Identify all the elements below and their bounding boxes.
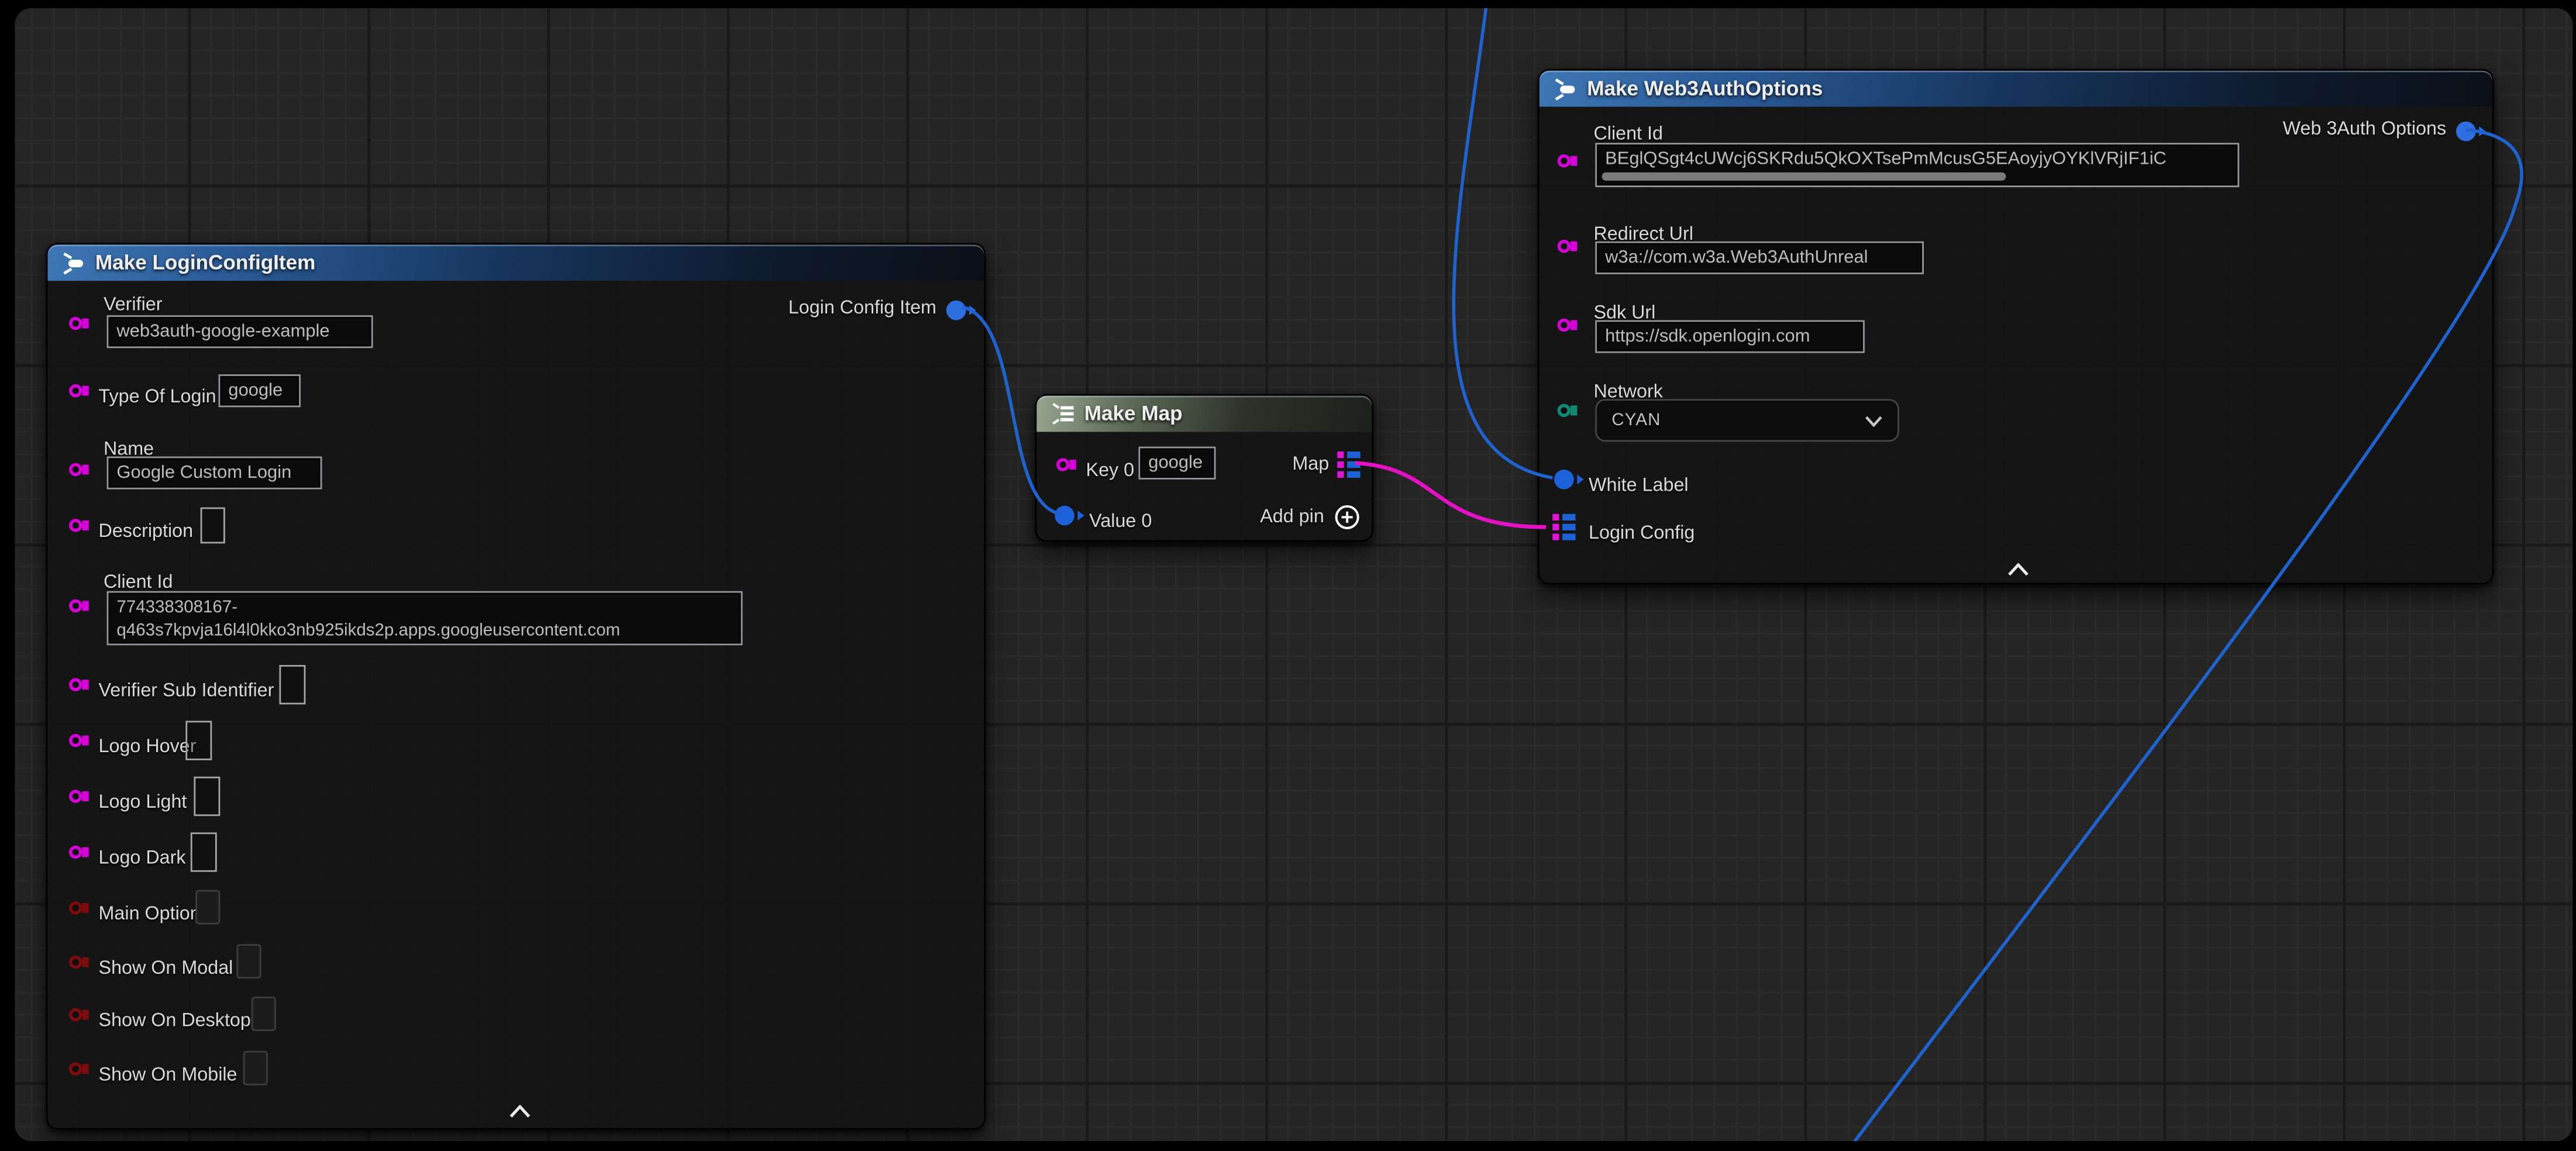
client-id-input[interactable]: BEglQSgt4cUWcj6SKRdu5QkOXTsePmMcusG5EAoy…: [1595, 143, 2239, 187]
logo-light-label: Logo Light: [99, 793, 187, 813]
node-title: Make LoginConfigItem: [95, 251, 315, 274]
show-on-desktop-checkbox[interactable]: [252, 997, 276, 1031]
logo-dark-input[interactable]: [191, 832, 217, 871]
node-make-map[interactable]: Make Map Key 0 google Map Value 0 Add pi…: [1035, 394, 1373, 542]
name-pin[interactable]: [69, 463, 82, 476]
verifier-sub-identifier-pin[interactable]: [69, 678, 82, 691]
sdk-url-pin[interactable]: [1558, 319, 1571, 332]
logo-light-pin[interactable]: [69, 790, 82, 802]
login-config-label: Login Config: [1589, 524, 1695, 544]
map-output-pin[interactable]: [1337, 452, 1360, 478]
verifier-input[interactable]: web3auth-google-example: [107, 315, 373, 348]
web3auth-options-output-pin[interactable]: [2456, 120, 2476, 140]
redirect-url-pin[interactable]: [1558, 240, 1571, 253]
collapse-node-chevron-icon[interactable]: [509, 1105, 531, 1118]
pin-row-web3auth-options-output: Web 3Auth Options: [2283, 120, 2476, 141]
name-input[interactable]: Google Custom Login: [107, 456, 322, 489]
main-option-checkbox[interactable]: [195, 890, 220, 925]
main-option-label: Main Option: [99, 905, 201, 925]
network-dropdown[interactable]: CYAN: [1595, 399, 1899, 442]
blueprint-graph-canvas[interactable]: Make LoginConfigItem Login Config Item V…: [15, 8, 2572, 1141]
node-header-make-loginconfigitem[interactable]: Make LoginConfigItem: [47, 244, 984, 281]
verifier-sub-identifier-label: Verifier Sub Identifier: [99, 681, 274, 701]
output-pin-label: Login Config Item: [788, 299, 936, 320]
client-id-value-line2: q463s7kpvja16l4l0kko3nb925ikds2p.apps.go…: [116, 621, 620, 640]
type-of-login-input[interactable]: google: [219, 374, 301, 407]
show-on-modal-checkbox[interactable]: [236, 944, 261, 978]
node-make-web3authoptions[interactable]: Make Web3AuthOptions Web 3Auth Options C…: [1538, 69, 2494, 585]
description-input[interactable]: [201, 507, 225, 543]
redirect-url-input[interactable]: w3a://com.w3a.Web3AuthUnreal: [1595, 242, 1924, 274]
client-id-label: Client Id: [104, 573, 173, 593]
logo-hover-input[interactable]: [185, 721, 212, 760]
client-id-value-line1: 774338308167-: [116, 598, 237, 618]
client-id-pin[interactable]: [69, 599, 82, 612]
white-label-label: White Label: [1589, 476, 1689, 496]
type-of-login-pin[interactable]: [69, 384, 82, 397]
key-0-label: Key 0: [1086, 461, 1135, 481]
node-title: Make Map: [1084, 402, 1183, 425]
show-on-modal-pin[interactable]: [69, 956, 82, 969]
key-0-pin[interactable]: [1056, 458, 1069, 471]
show-on-mobile-pin[interactable]: [69, 1062, 82, 1075]
map-output-label: Map: [1292, 454, 1329, 475]
network-selected-value: CYAN: [1611, 411, 1661, 430]
logo-hover-label: Logo Hover: [99, 738, 197, 757]
show-on-desktop-label: Show On Desktop: [99, 1011, 251, 1031]
value-0-label: Value 0: [1089, 512, 1152, 532]
make-struct-icon: [1552, 77, 1577, 101]
value-0-pin[interactable]: [1055, 506, 1075, 526]
output-pin-label: Web 3Auth Options: [2283, 120, 2447, 141]
collapse-node-chevron-icon[interactable]: [2007, 563, 2029, 576]
pin-row-map-output: Map: [1292, 452, 1360, 478]
node-make-loginconfigitem[interactable]: Make LoginConfigItem Login Config Item V…: [46, 243, 986, 1129]
wire-map-to-login-config[interactable]: [1355, 463, 1546, 527]
network-pin[interactable]: [1558, 404, 1571, 417]
show-on-modal-label: Show On Modal: [99, 959, 233, 979]
client-id-input[interactable]: 774338308167- q463s7kpvja16l4l0kko3nb925…: [107, 591, 743, 646]
key-0-input[interactable]: google: [1138, 447, 1215, 480]
type-of-login-label: Type Of Login: [99, 388, 216, 408]
add-pin-label: Add pin: [1260, 506, 1324, 528]
verifier-pin[interactable]: [69, 317, 82, 330]
verifier-sub-identifier-input[interactable]: [279, 665, 305, 704]
show-on-mobile-checkbox[interactable]: [243, 1051, 268, 1085]
chevron-down-icon: [1865, 415, 1883, 426]
white-label-pin[interactable]: [1554, 470, 1574, 490]
blueprint-graph-stage: Make LoginConfigItem Login Config Item V…: [0, 0, 2576, 1151]
show-on-mobile-label: Show On Mobile: [99, 1066, 237, 1085]
make-struct-icon: [61, 250, 85, 275]
verifier-label: Verifier: [104, 295, 163, 315]
pin-row-login-config-item-output: Login Config Item: [788, 299, 966, 320]
description-pin[interactable]: [69, 519, 82, 532]
make-map-icon: [1050, 402, 1076, 425]
node-header-make-web3authoptions[interactable]: Make Web3AuthOptions: [1540, 71, 2492, 107]
logo-hover-pin[interactable]: [69, 734, 82, 747]
node-header-make-map[interactable]: Make Map: [1036, 396, 1372, 432]
client-id-label: Client Id: [1593, 125, 1662, 144]
client-id-horizontal-scrollbar[interactable]: [1602, 173, 2006, 181]
client-id-value: BEglQSgt4cUWcj6SKRdu5QkOXTsePmMcusG5EAoy…: [1605, 149, 2167, 169]
sdk-url-input[interactable]: https://sdk.openlogin.com: [1595, 320, 1865, 353]
logo-dark-pin[interactable]: [69, 846, 82, 859]
logo-dark-label: Logo Dark: [99, 849, 186, 869]
add-pin-button[interactable]: Add pin: [1260, 504, 1360, 530]
node-title: Make Web3AuthOptions: [1587, 77, 1823, 100]
login-config-item-output-pin[interactable]: [946, 299, 966, 319]
main-option-pin[interactable]: [69, 901, 82, 914]
add-pin-plus-icon: [1334, 504, 1361, 530]
logo-light-input[interactable]: [194, 777, 220, 816]
description-label: Description: [99, 522, 194, 542]
login-config-pin[interactable]: [1552, 514, 1575, 540]
client-id-pin[interactable]: [1558, 154, 1571, 167]
show-on-desktop-pin[interactable]: [69, 1008, 82, 1021]
